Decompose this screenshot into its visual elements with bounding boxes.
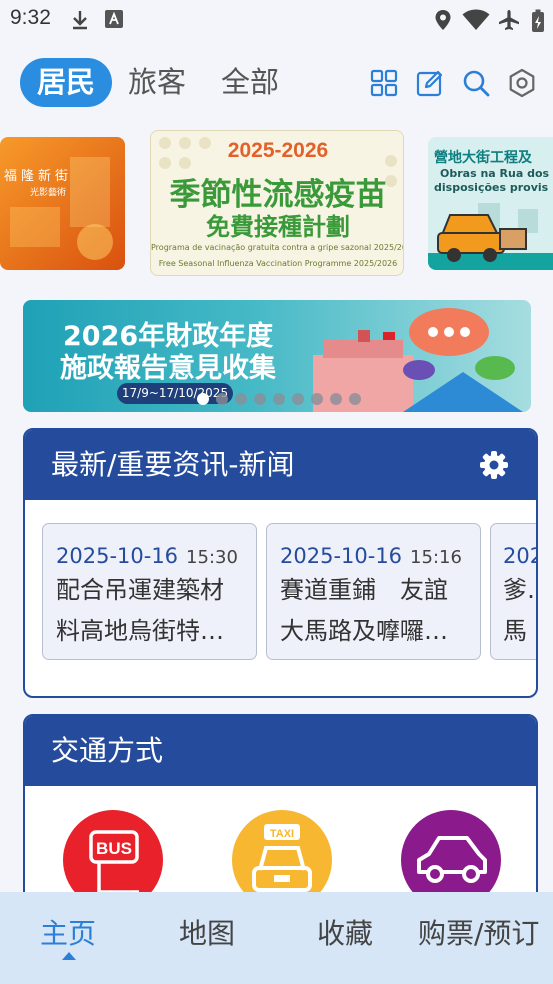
banner-policy-line2: 施政報告意見收集 <box>60 353 276 384</box>
news-item-date: 2025-10-16 <box>280 544 403 568</box>
bus-icon-label: BUS <box>96 839 132 858</box>
news-card: 最新/重要资讯-新闻 2025-10-16 15:30 配合吊運建築材料高地烏街特… <box>23 428 538 698</box>
nav-map[interactable]: 地图 <box>179 912 235 952</box>
banner-light-art-graphic <box>10 157 113 260</box>
nav-home[interactable]: 主页 <box>40 912 96 952</box>
news-item-title: 爹…馬路… <box>503 576 536 645</box>
news-item[interactable]: 2025-10-16 15:30 配合吊運建築材料高地烏街特… <box>42 523 257 660</box>
nav-favorites[interactable]: 收藏 <box>317 912 373 952</box>
news-item-title: 賽道重鋪 友誼大馬路及嚤囉… <box>280 576 448 645</box>
banner-road-works[interactable]: 營地大街工程及 Obras na Rua dos disposições pro… <box>428 137 553 270</box>
news-item-time: 15:16 <box>410 547 462 568</box>
news-item[interactable]: 2025-10-16 爹…馬路… <box>490 523 536 660</box>
transport-card-header: 交通方式 <box>25 716 536 786</box>
news-card-header: 最新/重要资讯-新闻 <box>25 430 536 500</box>
taxi-icon-label: TAXI <box>270 828 294 840</box>
transport-card: 交通方式 BUS TAXI <box>23 714 538 914</box>
banner-light-art-subtitle: 光影藝術 <box>30 188 67 198</box>
news-item-time: 15:30 <box>186 547 238 568</box>
road-works-car-icon <box>428 203 553 270</box>
banner-flu-vaccine[interactable]: 2025-2026 季節性流感疫苗 免費接種計劃 Programa de vac… <box>150 130 404 276</box>
banner-flu-en: Free Seasonal Influenza Vaccination Prog… <box>158 259 398 268</box>
nav-tickets[interactable]: 购票/预订 <box>418 912 539 952</box>
battery-charging-icon <box>532 9 544 32</box>
news-item-date: 2025-10-16 <box>503 544 536 568</box>
status-time: 9:32 <box>10 6 51 29</box>
tab-all[interactable]: 全部 <box>221 58 279 107</box>
banner-light-art[interactable]: 福隆新街 光影藝術 <box>0 137 125 270</box>
news-item[interactable]: 2025-10-16 15:16 賽道重鋪 友誼大馬路及嚤囉… <box>266 523 481 660</box>
font-icon <box>105 10 123 28</box>
carousel-indicator[interactable] <box>195 391 365 407</box>
search-icon[interactable] <box>461 68 491 98</box>
tab-visitors[interactable]: 旅客 <box>128 58 186 107</box>
wifi-icon <box>462 9 490 30</box>
news-card-title: 最新/重要资讯-新闻 <box>51 448 295 481</box>
bottom-navigation: 主页 地图 收藏 购票/预订 <box>0 892 553 984</box>
news-item-date: 2025-10-16 <box>56 544 179 568</box>
location-icon <box>435 10 451 30</box>
banner-light-art-title: 福隆新街 <box>4 169 73 184</box>
settings-icon[interactable] <box>507 68 537 98</box>
tab-residents[interactable]: 居民 <box>20 58 112 107</box>
news-item-title: 配合吊運建築材料高地烏街特… <box>56 576 224 645</box>
airplane-icon <box>499 10 519 30</box>
banner-flu-year: 2025-2026 <box>227 139 329 162</box>
banner-flu-title2: 免費接種計劃 <box>206 213 350 241</box>
edit-icon[interactable] <box>415 68 445 98</box>
news-settings-gear-icon[interactable] <box>479 450 509 480</box>
status-bar: 9:32 <box>0 0 553 38</box>
download-icon <box>73 11 87 30</box>
transport-card-title: 交通方式 <box>51 734 164 767</box>
nav-active-indicator-icon <box>62 952 76 960</box>
banner-flu-pt: Programa de vacinação gratuita contra a … <box>151 243 404 252</box>
grid-icon[interactable] <box>369 68 399 98</box>
